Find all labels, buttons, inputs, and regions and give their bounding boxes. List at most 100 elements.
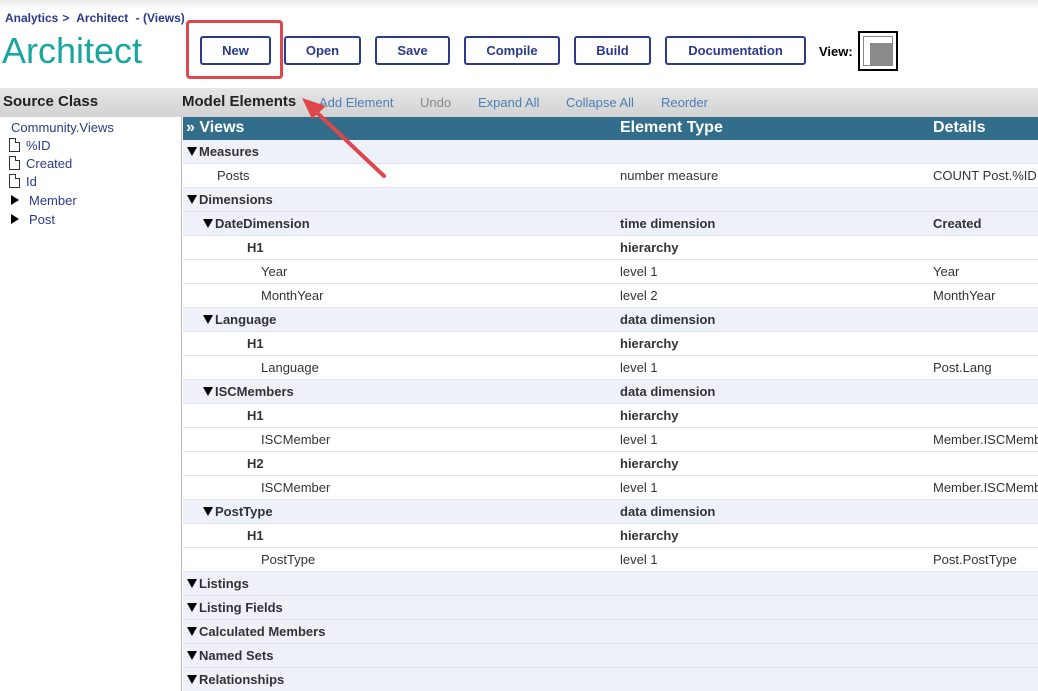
row-name-label: Language — [215, 312, 277, 327]
table-row[interactable]: H1 hierarchy — [183, 404, 1038, 428]
source-root-label: Community.Views — [11, 120, 114, 135]
row-details: COUNT Post.%ID — [933, 168, 1037, 183]
table-row[interactable]: Named Sets — [183, 644, 1038, 668]
row-name: Listing Fields — [187, 600, 283, 615]
row-name: DateDimension — [203, 216, 310, 231]
source-class-panel: Community.Views %ID Created Id Member Po… — [0, 117, 182, 691]
triangle-down-icon[interactable] — [203, 387, 213, 396]
table-row[interactable]: ISCMember level 1 Member.ISCMemb — [183, 428, 1038, 452]
table-row[interactable]: Dimensions — [183, 188, 1038, 212]
row-name: ISCMembers — [203, 384, 294, 399]
row-name: Listings — [187, 576, 249, 591]
row-name-label: DateDimension — [215, 216, 310, 231]
source-item-label: Created — [26, 156, 73, 171]
table-row[interactable]: Language level 1 Post.Lang — [183, 356, 1038, 380]
row-name-label: Dimensions — [199, 192, 273, 207]
table-row[interactable]: PostType level 1 Post.PostType — [183, 548, 1038, 572]
triangle-down-icon[interactable] — [203, 219, 213, 228]
row-type: level 1 — [620, 360, 658, 375]
source-item[interactable]: %ID — [9, 138, 51, 153]
row-name-label: Calculated Members — [199, 624, 326, 639]
table-row[interactable]: H1 hierarchy — [183, 236, 1038, 260]
table-row[interactable]: Measures — [183, 140, 1038, 164]
row-name-label: H1 — [247, 408, 264, 423]
source-item[interactable]: Id — [9, 174, 37, 189]
triangle-down-icon[interactable] — [187, 675, 197, 684]
build-button[interactable]: Build — [574, 36, 651, 65]
breadcrumb-separator: > — [62, 11, 70, 25]
row-name-label: Relationships — [199, 672, 285, 687]
table-row[interactable]: Calculated Members — [183, 620, 1038, 644]
breadcrumb-analytics[interactable]: Analytics — [5, 11, 58, 25]
row-name-label: Listing Fields — [199, 600, 283, 615]
row-name-label: PostType — [261, 552, 316, 567]
source-root[interactable]: Community.Views — [4, 120, 114, 135]
triangle-down-icon[interactable] — [187, 147, 197, 156]
table-row[interactable]: Year level 1 Year — [183, 260, 1038, 284]
table-row[interactable]: Language data dimension — [183, 308, 1038, 332]
row-name: Dimensions — [187, 192, 273, 207]
triangle-right-icon[interactable] — [11, 195, 19, 205]
row-details: Member.ISCMemb — [933, 480, 1038, 495]
row-name: Relationships — [187, 672, 284, 687]
row-type: number measure — [620, 168, 719, 183]
documentation-button[interactable]: Documentation — [665, 36, 806, 65]
row-name-label: Year — [261, 264, 288, 279]
model-elements-panel: » Views Element Type Details Measures Pos… — [183, 117, 1038, 691]
row-type: hierarchy — [620, 240, 679, 255]
breadcrumb-architect[interactable]: Architect — [76, 11, 128, 25]
table-row[interactable]: ISCMember level 1 Member.ISCMemb — [183, 476, 1038, 500]
compile-button[interactable]: Compile — [464, 36, 560, 65]
view-layout-icon[interactable] — [858, 31, 898, 71]
table-row[interactable]: PostType data dimension — [183, 500, 1038, 524]
triangle-down-icon[interactable] — [203, 315, 213, 324]
row-name: PostType — [261, 552, 315, 567]
row-type: hierarchy — [620, 336, 679, 351]
source-item-label: Member — [29, 193, 77, 208]
source-item[interactable]: Post — [11, 212, 55, 227]
table-row[interactable]: DateDimension time dimension Created — [183, 212, 1038, 236]
table-row[interactable]: Relationships — [183, 668, 1038, 691]
column-header-name[interactable]: » Views — [186, 119, 244, 137]
row-name: Language — [261, 360, 319, 375]
triangle-down-icon[interactable] — [187, 603, 197, 612]
source-item[interactable]: Member — [11, 193, 77, 208]
expand-all-link[interactable]: Expand All — [478, 95, 539, 110]
triangle-down-icon[interactable] — [203, 507, 213, 516]
table-row[interactable]: H2 hierarchy — [183, 452, 1038, 476]
row-details: Created — [933, 216, 982, 231]
source-item[interactable]: Created — [9, 156, 72, 171]
table-row[interactable]: Posts number measure COUNT Post.%ID — [183, 164, 1038, 188]
column-header-type: Element Type — [620, 119, 723, 136]
row-name-label: H1 — [247, 336, 264, 351]
highlight-box — [186, 20, 283, 79]
row-name: Year — [261, 264, 287, 279]
row-details: Post.Lang — [933, 360, 992, 375]
triangle-down-icon[interactable] — [187, 627, 197, 636]
table-row[interactable]: H1 hierarchy — [183, 332, 1038, 356]
row-type: time dimension — [620, 216, 716, 231]
undo-link[interactable]: Undo — [420, 95, 451, 110]
row-name-label: ISCMember — [261, 480, 331, 495]
row-type: hierarchy — [620, 528, 679, 543]
collapse-all-link[interactable]: Collapse All — [566, 95, 634, 110]
row-name: MonthYear — [261, 288, 323, 303]
column-header: » Views Element Type Details — [183, 117, 1038, 140]
table-row[interactable]: MonthYear level 2 MonthYear — [183, 284, 1038, 308]
table-row[interactable]: ISCMembers data dimension — [183, 380, 1038, 404]
triangle-down-icon[interactable] — [187, 651, 197, 660]
triangle-down-icon[interactable] — [187, 579, 197, 588]
triangle-down-icon[interactable] — [187, 195, 197, 204]
table-row[interactable]: Listings — [183, 572, 1038, 596]
row-name: Measures — [187, 144, 259, 159]
table-row[interactable]: Listing Fields — [183, 596, 1038, 620]
row-type: level 1 — [620, 480, 658, 495]
add-element-link[interactable]: Add Element — [319, 95, 393, 110]
save-button[interactable]: Save — [375, 36, 450, 65]
row-name-label: ISCMembers — [215, 384, 294, 399]
reorder-link[interactable]: Reorder — [661, 95, 708, 110]
row-name: Calculated Members — [187, 624, 325, 639]
table-row[interactable]: H1 hierarchy — [183, 524, 1038, 548]
triangle-right-icon[interactable] — [11, 214, 19, 224]
open-button[interactable]: Open — [284, 36, 361, 65]
